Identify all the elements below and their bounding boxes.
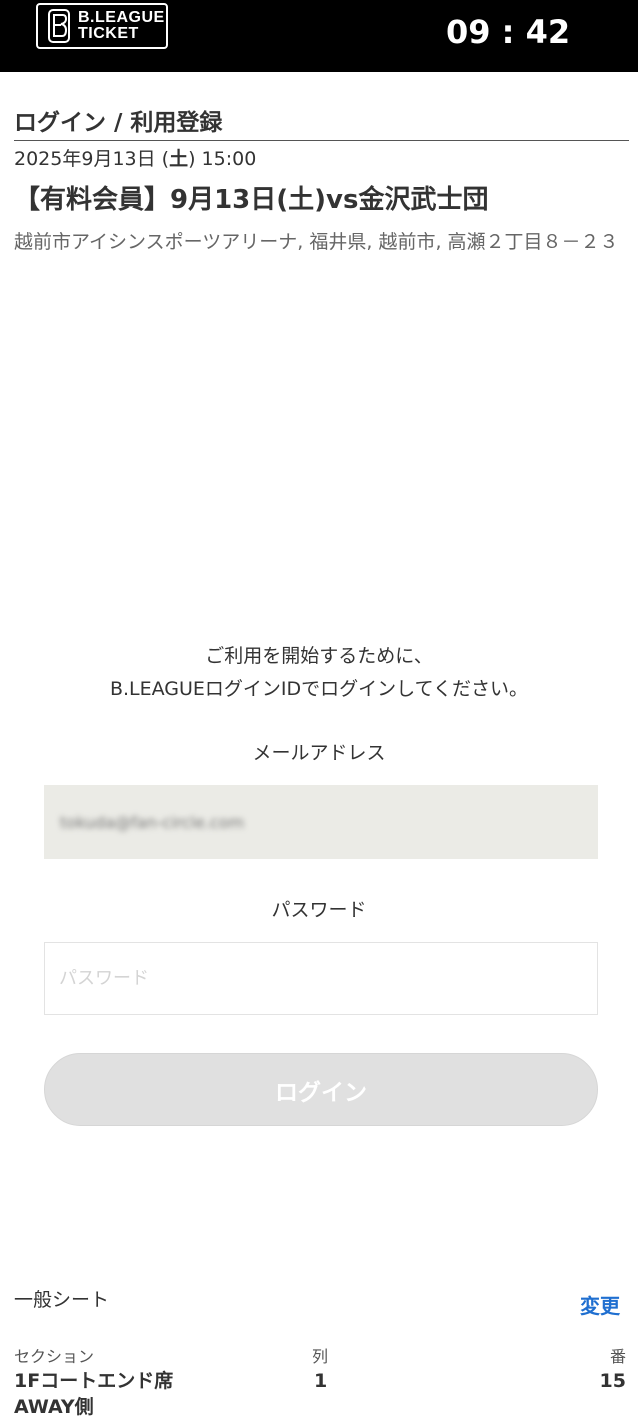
email-label: メールアドレス [252,742,386,764]
countdown-timer: 09 : 42 [446,13,571,51]
login-intro-line-2: B.LEAGUEログインIDでログインしてください。 [109,678,529,700]
email-field[interactable]: tokuda@fan-circle.com [44,785,598,859]
event-date-prefix: 2025年9月13日 ( [14,148,170,170]
logo-line-2: TICKET [78,25,139,42]
basketball-logo-icon [48,9,70,43]
app-header: B.LEAGUE TICKET 09 : 42 [0,0,638,72]
section-value-line-2: AWAY側 [14,1396,94,1418]
seat-number-value: 15 [599,1370,626,1392]
section-value: 1Fコートエンド席 AWAY側 [14,1368,173,1420]
email-value: tokuda@fan-circle.com [60,812,245,832]
event-day-of-week: 土 [169,148,189,170]
password-label: パスワード [271,899,367,921]
login-intro-line-1: ご利用を開始するために、 [205,645,433,667]
event-datetime: 2025年9月13日 (土) 15:00 [14,146,256,172]
change-seat-link[interactable]: 変更 [580,1292,620,1320]
password-input[interactable] [44,942,598,1015]
seat-type: 一般シート [14,1289,110,1311]
event-venue: 越前市アイシンスポーツアリーナ, 福井県, 越前市, 高瀬２丁目８－２３ [14,231,619,253]
login-intro: ご利用を開始するために、 B.LEAGUEログインIDでログインしてください。 [0,640,638,706]
event-name: 【有料会員】9月13日(土)vs金沢武士団 [14,185,489,215]
row-value: 1 [314,1370,328,1392]
page-title: ログイン / 利用登録 [14,108,629,141]
login-button[interactable]: ログイン [44,1053,598,1126]
section-label: セクション [14,1347,95,1366]
logo-wordmark: B.LEAGUE TICKET [78,10,165,42]
logo-line-1: B.LEAGUE [78,9,165,26]
event-date-suffix: ) 15:00 [188,148,257,170]
row-label: 列 [312,1347,329,1366]
bleague-ticket-logo[interactable]: B.LEAGUE TICKET [36,3,168,49]
section-value-line-1: 1Fコートエンド席 [14,1370,174,1392]
seat-number-label: 番 [609,1347,626,1366]
